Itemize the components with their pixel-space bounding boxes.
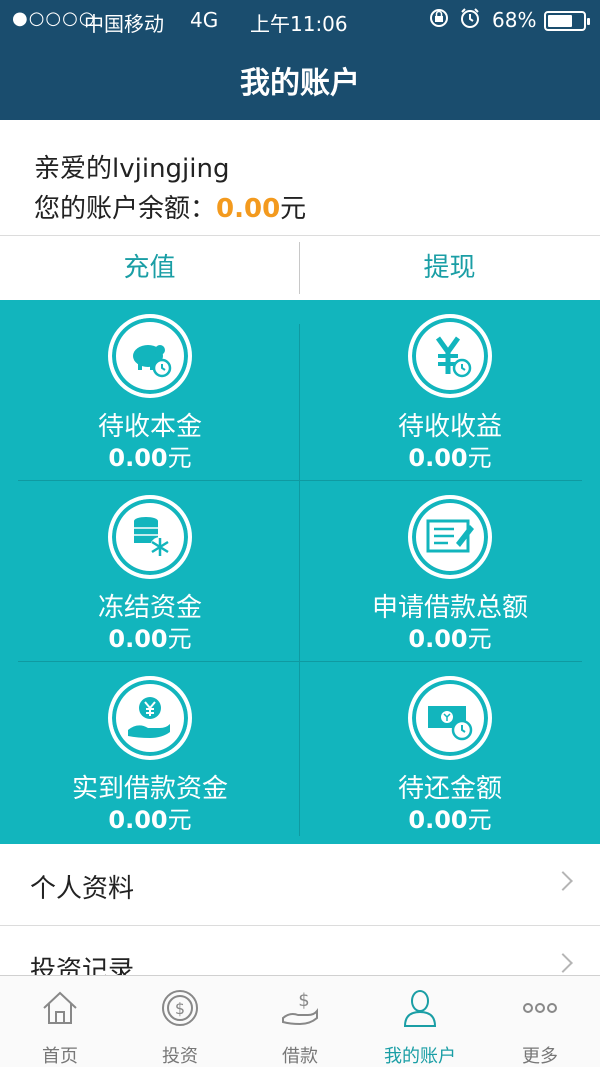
dollar-coin-icon: $ [162,990,198,1026]
loan-application-icon [408,495,492,579]
stat-value: 0.00元 [108,444,192,472]
home-icon [43,991,77,1024]
user-icon [403,990,437,1027]
tab-bar: 首页 $ 投资 $ 借款 我的账户 更多 [0,975,600,1067]
yuan-clock-icon [408,314,492,398]
account-summary: 亲爱的lvjingjing 您的账户余额：0.00元 [0,120,600,236]
stat-loan-application-total[interactable]: 申请借款总额 0.00元 [300,481,600,662]
tab-invest[interactable]: $ 投资 [120,976,240,1067]
signal-strength: ●○○○○ [12,8,96,29]
tab-label: 首页 [42,1046,78,1067]
balance-label: 您的账户余额： [34,194,217,224]
stat-value: 0.00元 [408,625,492,653]
stat-frozen-funds[interactable]: 冻结资金 0.00元 [0,481,300,662]
piggy-bank-clock-icon [108,314,192,398]
action-bar: 充值 提现 [0,236,600,300]
tab-home[interactable]: 首页 [0,976,120,1067]
carrier-name: 中国移动 [84,12,164,36]
tab-label: 投资 [162,1046,198,1067]
tab-my-account[interactable]: 我的账户 [360,976,480,1067]
svg-text:$: $ [175,999,185,1018]
account-stats-grid: 待收本金 0.00元 待收收益 0.00元 冻结资金 0.00元 申请借款总额 … [0,300,600,844]
greeting-line: 亲爱的lvjingjing [34,148,230,185]
lock-alarm-icon [428,6,486,35]
stat-value: 0.00元 [108,625,192,653]
stat-value: 0.00元 [108,806,192,834]
chevron-right-icon [553,871,573,891]
battery-icon [544,11,590,31]
more-icon [523,1003,557,1013]
recharge-button[interactable]: 充值 [0,236,299,300]
page-title: 我的账户 [240,66,360,101]
greeting-prefix: 亲爱的 [34,154,113,184]
tab-label: 我的账户 [384,1046,456,1067]
hand-money-icon: $ [282,990,318,1026]
battery-percent: 68% [492,8,537,32]
status-bar: ●○○○○ 中国移动 4G 上午11:06 68% [0,0,600,40]
stat-pending-principal[interactable]: 待收本金 0.00元 [0,300,300,481]
frozen-coins-icon [108,495,192,579]
stat-pending-repayment[interactable]: 待还金额 0.00元 [300,662,600,843]
tab-label: 借款 [282,1046,318,1067]
chevron-right-icon [553,953,573,973]
svg-text:$: $ [298,990,309,1011]
balance-line: 您的账户余额：0.00元 [34,188,306,225]
menu-item-profile[interactable]: 个人资料 [0,844,600,926]
stat-value: 0.00元 [408,444,492,472]
hand-coin-icon [108,676,192,760]
tab-borrow[interactable]: $ 借款 [240,976,360,1067]
network-type: 4G [190,8,219,32]
balance-unit: 元 [280,194,307,224]
status-time: 上午11:06 [250,12,348,36]
top-bar: ●○○○○ 中国移动 4G 上午11:06 68% 我的账户 [0,0,600,120]
tab-more[interactable]: 更多 [480,976,600,1067]
money-clock-icon [408,676,492,760]
stat-actual-loan-funds[interactable]: 实到借款资金 0.00元 [0,662,300,843]
balance-value: 0.00 [216,194,281,224]
withdraw-button[interactable]: 提现 [300,236,599,300]
stat-value: 0.00元 [408,806,492,834]
menu-item-label: 个人资料 [30,874,135,904]
username: lvjingjing [112,154,230,184]
stat-pending-earnings[interactable]: 待收收益 0.00元 [300,300,600,481]
tab-label: 更多 [522,1046,558,1067]
